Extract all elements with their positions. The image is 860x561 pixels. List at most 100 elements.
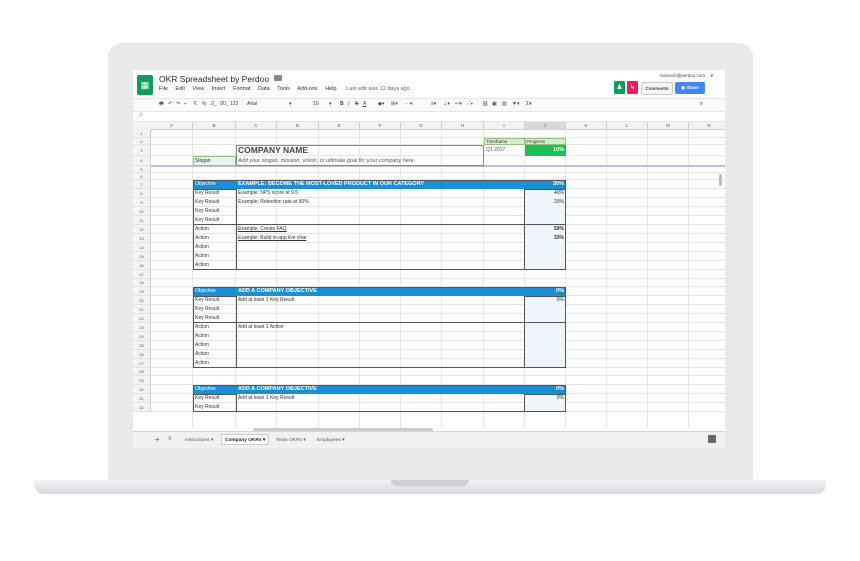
perdoo-addon-icon[interactable]: ♟ bbox=[614, 81, 625, 94]
row-header-9[interactable]: 9 bbox=[133, 198, 151, 207]
print-icon[interactable]: 🖶 bbox=[159, 101, 164, 109]
link-icon[interactable]: ⛓ bbox=[482, 101, 488, 107]
sheet-grid[interactable]: A B C D E F G H I J K L M N 1 2 3 4 5 6 7 8 9 10 11 12 13 14 15 16 17 1… bbox=[133, 122, 725, 428]
column-header-k[interactable]: K bbox=[566, 122, 607, 130]
column-header-i[interactable]: I bbox=[484, 122, 525, 130]
row-header-20[interactable]: 20 bbox=[133, 296, 151, 305]
add-sheet-icon[interactable]: + bbox=[155, 435, 160, 444]
menu-file[interactable]: File bbox=[159, 86, 168, 92]
row-header-3[interactable]: 3 bbox=[133, 145, 151, 156]
vertical-scrollbar[interactable] bbox=[719, 174, 722, 186]
row-header-32[interactable]: 32 bbox=[133, 403, 151, 412]
font-size-select[interactable]: 10 bbox=[313, 101, 319, 107]
currency-button[interactable]: € bbox=[194, 101, 197, 107]
italic-button[interactable]: I bbox=[348, 101, 349, 107]
menu-data[interactable]: Data bbox=[258, 86, 270, 92]
fill-color-icon[interactable]: ◆▾ bbox=[378, 101, 384, 107]
functions-icon[interactable]: Σ▾ bbox=[526, 101, 532, 107]
row-header-4[interactable]: 4 bbox=[133, 156, 151, 166]
wrap-icon[interactable]: ↵▾ bbox=[455, 101, 462, 107]
collapse-toolbar-icon[interactable]: ≡ bbox=[700, 101, 703, 107]
explore-icon[interactable] bbox=[708, 435, 716, 443]
row-header-18[interactable]: 18 bbox=[133, 279, 151, 287]
comments-button[interactable]: Comments bbox=[641, 82, 673, 95]
row-header-16[interactable]: 16 bbox=[133, 261, 151, 270]
more-formats-button[interactable]: 123 bbox=[230, 101, 238, 107]
row-header-29[interactable]: 29 bbox=[133, 376, 151, 385]
chevron-down-icon[interactable]: ▾ bbox=[329, 101, 332, 107]
font-select[interactable]: Arial bbox=[247, 101, 257, 107]
filter-icon[interactable]: ▼▾ bbox=[512, 101, 519, 107]
row-header-28[interactable]: 28 bbox=[133, 368, 151, 376]
tab-company-okrs[interactable]: Company OKRs ▾ bbox=[221, 434, 270, 445]
row-header-30[interactable]: 30 bbox=[133, 385, 151, 394]
document-title[interactable]: OKR Spreadsheet by Perdoo bbox=[159, 74, 269, 84]
row-header-26[interactable]: 26 bbox=[133, 350, 151, 359]
menu-addons[interactable]: Add-ons bbox=[297, 86, 318, 92]
text-color-button[interactable]: A bbox=[363, 101, 366, 107]
last-edit-text[interactable]: Last edit was 12 days ago bbox=[346, 86, 410, 92]
folder-icon[interactable] bbox=[274, 75, 282, 81]
slogan-text[interactable]: Add your slogan, mission, vision, or ult… bbox=[236, 156, 484, 166]
column-header-f[interactable]: F bbox=[360, 122, 401, 130]
chart-icon[interactable]: ▥ bbox=[502, 101, 507, 107]
all-sheets-icon[interactable]: ≡ bbox=[168, 436, 172, 442]
row-header-8[interactable]: 8 bbox=[133, 189, 151, 198]
row-header-5[interactable]: 5 bbox=[133, 166, 151, 173]
decrease-decimal-button[interactable]: .0_ bbox=[210, 101, 217, 107]
formula-bar[interactable]: fx bbox=[133, 111, 725, 122]
column-header-b[interactable]: B bbox=[193, 122, 236, 130]
column-header-j[interactable]: J bbox=[525, 122, 566, 130]
row-header-12[interactable]: 12 bbox=[133, 225, 151, 234]
timeframe-value[interactable]: Q1 2017 bbox=[484, 145, 525, 156]
row-header-27[interactable]: 27 bbox=[133, 359, 151, 368]
strikethrough-button[interactable]: S bbox=[355, 101, 358, 107]
chevron-down-icon[interactable]: ▾ bbox=[711, 73, 713, 79]
row-header-21[interactable]: 21 bbox=[133, 305, 151, 314]
row-header-1[interactable]: 1 bbox=[133, 130, 151, 138]
borders-icon[interactable]: ⊞▾ bbox=[391, 101, 398, 107]
tab-employees[interactable]: Employees ▾ bbox=[313, 434, 348, 445]
merge-cells-icon[interactable]: ⋯▾ bbox=[405, 101, 413, 107]
row-header-31[interactable]: 31 bbox=[133, 394, 151, 403]
row-header-19[interactable]: 19 bbox=[133, 287, 151, 296]
column-header-l[interactable]: L bbox=[607, 122, 648, 130]
bold-button[interactable]: B bbox=[340, 101, 344, 107]
redo-icon[interactable]: ↷ bbox=[176, 101, 180, 107]
row-header-10[interactable]: 10 bbox=[133, 207, 151, 216]
column-header-g[interactable]: G bbox=[401, 122, 442, 130]
column-header-m[interactable]: M bbox=[648, 122, 689, 130]
perdoo-sync-icon[interactable]: ↳ bbox=[627, 81, 638, 94]
row-header-23[interactable]: 23 bbox=[133, 323, 151, 332]
column-header-d[interactable]: D bbox=[277, 122, 319, 130]
column-header-e[interactable]: E bbox=[319, 122, 360, 130]
row-header-7[interactable]: 7 bbox=[133, 180, 151, 189]
row-header-15[interactable]: 15 bbox=[133, 252, 151, 261]
column-header-h[interactable]: H bbox=[442, 122, 484, 130]
row-header-25[interactable]: 25 bbox=[133, 341, 151, 350]
star-icon[interactable]: ☆ bbox=[261, 74, 268, 83]
row-header-17[interactable]: 17 bbox=[133, 270, 151, 279]
increase-decimal-button[interactable]: .00_ bbox=[219, 101, 229, 107]
comment-icon[interactable]: ▣ bbox=[492, 101, 497, 107]
column-header-a[interactable]: A bbox=[151, 122, 193, 130]
undo-icon[interactable]: ↶ bbox=[168, 101, 172, 107]
valign-icon[interactable]: ⊥▾ bbox=[443, 101, 450, 107]
share-button[interactable]: ◉ Share bbox=[675, 82, 705, 94]
row-header-22[interactable]: 22 bbox=[133, 314, 151, 323]
percent-button[interactable]: % bbox=[202, 101, 206, 107]
menu-edit[interactable]: Edit bbox=[175, 86, 184, 92]
column-header-c[interactable]: C bbox=[236, 122, 277, 130]
paint-format-icon[interactable]: ⌐ bbox=[184, 101, 187, 107]
menu-help[interactable]: Help bbox=[325, 86, 336, 92]
row-header-2[interactable]: 2 bbox=[133, 138, 151, 145]
tab-instructions[interactable]: Instructions ▾ bbox=[181, 434, 217, 445]
row-header-14[interactable]: 14 bbox=[133, 243, 151, 252]
menu-view[interactable]: View bbox=[192, 86, 204, 92]
sheets-logo-icon[interactable]: ▦ bbox=[137, 75, 153, 95]
row-header-6[interactable]: 6 bbox=[133, 173, 151, 180]
rotate-icon[interactable]: ⟋▾ bbox=[467, 101, 473, 107]
menu-format[interactable]: Format bbox=[233, 86, 250, 92]
row-header-11[interactable]: 11 bbox=[133, 216, 151, 225]
row-header-24[interactable]: 24 bbox=[133, 332, 151, 341]
